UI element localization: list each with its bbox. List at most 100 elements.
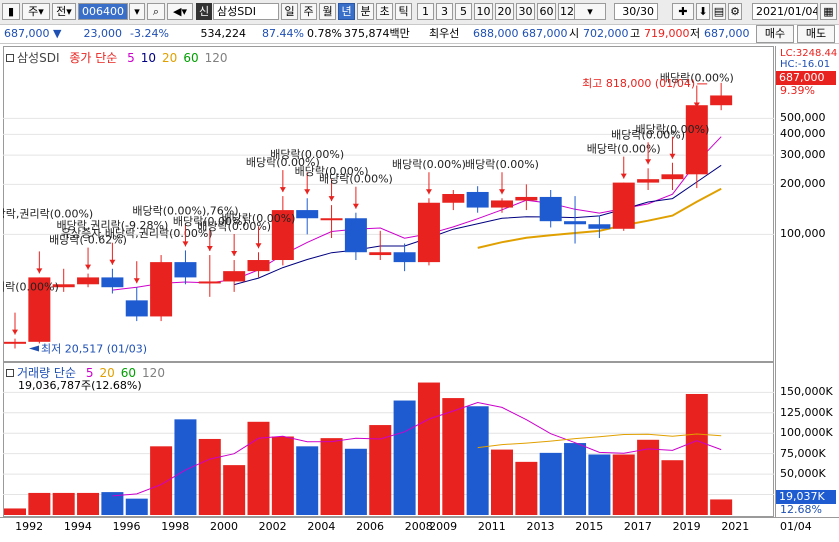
toolbar: ▮ 주▾ 전▾ 006400 ▾ ⌕ ◀▾ 신 삼성SDI 일주월년분초틱 13… bbox=[0, 0, 839, 25]
hc-label: HC:-16.01 bbox=[780, 59, 831, 70]
period-tab-6[interactable]: 틱 bbox=[395, 3, 412, 20]
low-label: 저 bbox=[690, 27, 701, 40]
date-input[interactable]: 2021/01/04 bbox=[752, 3, 818, 20]
dividend-marker bbox=[36, 251, 43, 274]
price-candle bbox=[174, 250, 197, 285]
price-candle bbox=[612, 182, 635, 231]
x-axis-year: 2015 bbox=[575, 520, 604, 533]
interval-tab-6[interactable]: 60 bbox=[537, 3, 556, 20]
settings-gear-icon[interactable]: ⚙ bbox=[728, 3, 742, 20]
period-tab-4[interactable]: 분 bbox=[357, 3, 374, 20]
save-icon[interactable]: ▤ bbox=[712, 3, 726, 20]
current-price-tag: 687,000 bbox=[776, 71, 836, 85]
price-candle bbox=[661, 162, 684, 190]
interval-tab-4[interactable]: 20 bbox=[495, 3, 514, 20]
price-candle bbox=[369, 230, 392, 261]
best-ask-price: 688,000 bbox=[473, 27, 519, 40]
period-tab-2[interactable]: 월 bbox=[319, 3, 336, 20]
dividend-marker bbox=[620, 156, 627, 179]
mode-label: 주 bbox=[28, 5, 39, 18]
dividend-marker bbox=[425, 172, 432, 195]
buy-button[interactable]: 매수 bbox=[756, 25, 794, 43]
price-candle bbox=[271, 196, 294, 266]
price-axis-label: 100,000 bbox=[780, 227, 826, 241]
open-price: 702,000 bbox=[583, 27, 629, 40]
dividend-label: 배당락(0.00%) bbox=[636, 123, 710, 136]
add-indicator-icon[interactable]: ✚ bbox=[672, 3, 694, 20]
period-tab-0[interactable]: 일 bbox=[281, 3, 298, 20]
price-candle bbox=[101, 268, 124, 294]
period-tab-3[interactable]: 년 bbox=[338, 3, 355, 20]
chart-menu-icon[interactable]: ▮ bbox=[2, 3, 20, 20]
period-tab-1[interactable]: 주 bbox=[300, 3, 317, 20]
volume-bar bbox=[247, 421, 270, 515]
period-tab-5[interactable]: 초 bbox=[376, 3, 393, 20]
code-input[interactable]: 006400 bbox=[78, 3, 128, 20]
stock-name-field: 삼성SDI bbox=[213, 3, 279, 20]
x-axis-year: 2002 bbox=[258, 520, 287, 533]
volume-bar bbox=[125, 498, 148, 515]
volume-bar bbox=[466, 406, 489, 515]
volume-ratio: 87.44% bbox=[262, 27, 304, 40]
x-axis-year: 2006 bbox=[356, 520, 385, 533]
low-price: 687,000 bbox=[704, 27, 750, 40]
calendar-icon[interactable]: ▦ bbox=[820, 3, 837, 20]
interval-tab-3[interactable]: 10 bbox=[474, 3, 493, 20]
volume-axis-label: 50,000K bbox=[780, 467, 826, 481]
volume-bar bbox=[442, 398, 465, 515]
sell-button[interactable]: 매도 bbox=[797, 25, 835, 43]
current-volume-pct: 12.68% bbox=[780, 503, 822, 516]
volume-bar bbox=[198, 438, 221, 515]
volume-bar bbox=[150, 446, 173, 515]
price-chart-svg: 락,권리락(0.00%)배당락,권리락(0.00%)배당락(-0.62%)배당락… bbox=[3, 71, 774, 355]
volume-y-axis: 150,000K125,000K100,000K75,000K50,000K25… bbox=[775, 362, 839, 517]
interval-select[interactable]: ▾ bbox=[574, 3, 606, 20]
quote-info-bar: 687,000 ▼ 23,000 -3.24% 534,224 87.44% 0… bbox=[0, 25, 839, 44]
turnover-rate: 0.78% bbox=[307, 27, 342, 40]
code-dropdown-icon[interactable]: ▾ bbox=[129, 3, 145, 20]
x-axis-year: 2017 bbox=[623, 520, 652, 533]
volume-bar bbox=[685, 393, 708, 515]
high-price-label: 최고 818,000 (01/04) bbox=[582, 77, 695, 90]
high-label: 고 bbox=[630, 27, 641, 40]
trade-amount: 375,874백만 bbox=[344, 27, 410, 40]
low-price-label: 최저 20,517 (01/03) bbox=[41, 342, 147, 355]
volume-axis-label: 150,000K bbox=[780, 385, 833, 399]
price-candle bbox=[466, 186, 489, 213]
interval-tab-5[interactable]: 30 bbox=[516, 3, 535, 20]
x-axis-year: 2019 bbox=[672, 520, 701, 533]
lc-label: LC:3248.44 bbox=[780, 48, 838, 59]
x-axis-year: 2021 bbox=[721, 520, 750, 533]
dividend-label: 배당락(0.00%) bbox=[587, 143, 661, 156]
x-axis-year: 2000 bbox=[209, 520, 238, 533]
interval-tab-1[interactable]: 3 bbox=[436, 3, 453, 20]
x-axis-year: 2013 bbox=[526, 520, 555, 533]
dividend-label: 배당락(0.00%) bbox=[319, 173, 393, 186]
market-badge: 신 bbox=[196, 3, 212, 20]
volume-bar bbox=[344, 448, 367, 515]
interval-tab-0[interactable]: 1 bbox=[417, 3, 434, 20]
price-candle bbox=[4, 338, 26, 349]
dividend-label: 배당락(0.00%) bbox=[222, 212, 296, 225]
search-icon[interactable]: ⌕ bbox=[147, 3, 165, 20]
sound-icon[interactable]: ◀▾ bbox=[167, 3, 193, 20]
view-select[interactable]: 전▾ bbox=[52, 3, 76, 20]
volume-bar bbox=[564, 443, 587, 515]
best-bid-price: 687,000 bbox=[522, 27, 568, 40]
data-download-icon[interactable]: ⬇ bbox=[696, 3, 710, 20]
price-candle bbox=[247, 252, 270, 278]
dividend-label: 락,권리락(0.00%) bbox=[3, 281, 59, 294]
price-candle bbox=[685, 105, 708, 189]
price-y-axis: LC:3248.44 HC:-16.01 687,000 9.39% 500,0… bbox=[775, 46, 839, 362]
mode-select[interactable]: 주▾ bbox=[22, 3, 50, 20]
interval-tab-2[interactable]: 5 bbox=[455, 3, 472, 20]
volume-bar bbox=[4, 508, 26, 515]
count-input[interactable]: 30/30 bbox=[614, 3, 658, 20]
x-axis-year: 1992 bbox=[15, 520, 44, 533]
x-axis-year: 2004 bbox=[307, 520, 336, 533]
volume-chart-svg bbox=[3, 382, 774, 515]
dividend-label: 유상증자,배당락,권리락(0.00%) bbox=[61, 227, 213, 240]
price-axis-label: 200,000 bbox=[780, 177, 826, 191]
volume-value: 534,224 bbox=[200, 27, 247, 40]
dividend-label: 배당락(0.00%) bbox=[392, 158, 466, 171]
